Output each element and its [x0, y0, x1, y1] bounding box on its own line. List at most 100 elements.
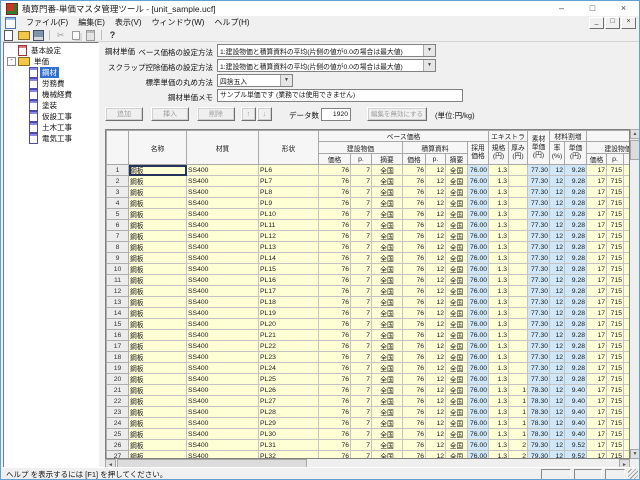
grid-cell[interactable]: 715 [607, 253, 624, 264]
grid-cell[interactable] [509, 330, 528, 341]
grid-cell[interactable]: 76 [319, 363, 351, 374]
grid-cell[interactable]: 76 [319, 286, 351, 297]
grid-cell[interactable]: 12 [550, 374, 565, 385]
insert-button[interactable]: 挿入 [151, 107, 189, 121]
grid-cell[interactable]: 12 [426, 187, 446, 198]
grid-cell[interactable]: 1.3 [489, 231, 509, 242]
move-down-button[interactable]: ↓ [257, 107, 272, 121]
grid-cell[interactable]: 1.3 [489, 308, 509, 319]
grid-cell[interactable]: 77.30 [528, 198, 550, 209]
grid-cell[interactable]: 7 [351, 418, 372, 429]
grid-cell[interactable]: 12 [426, 209, 446, 220]
grid-cell[interactable]: 全国 [446, 440, 468, 451]
grid-cell[interactable]: 78.30 [528, 418, 550, 429]
grid-cell[interactable]: 76 [403, 363, 426, 374]
grid-cell[interactable]: 76.00 [468, 330, 489, 341]
grid-cell[interactable]: 78.30 [528, 385, 550, 396]
grid-cell[interactable] [509, 363, 528, 374]
grid-cell[interactable]: 9.28 [565, 275, 587, 286]
grid-cell[interactable]: 全国 [372, 209, 403, 220]
grid-cell[interactable]: PL23 [259, 352, 319, 363]
grid-cell[interactable]: 76.00 [468, 253, 489, 264]
grid-cell[interactable]: 12 [426, 319, 446, 330]
grid-cell[interactable]: 76.00 [468, 363, 489, 374]
grid-cell[interactable]: 76 [403, 198, 426, 209]
grid-cell[interactable]: SS400 [187, 330, 259, 341]
grid-cell[interactable]: 76 [403, 319, 426, 330]
grid-cell[interactable]: 76.00 [468, 187, 489, 198]
grid-cell[interactable]: 715 [607, 220, 624, 231]
grid-cell[interactable]: 76 [319, 253, 351, 264]
grid-cell[interactable]: 12 [426, 176, 446, 187]
grid-cell[interactable]: 76 [403, 440, 426, 451]
grid-cell[interactable]: 17 [587, 264, 607, 275]
grid-cell[interactable]: 77.30 [528, 231, 550, 242]
grid-cell[interactable]: 全国 [446, 209, 468, 220]
grid-cell[interactable]: 全国 [372, 363, 403, 374]
grid-cell[interactable]: 2 [509, 440, 528, 451]
grid-cell[interactable]: SS400 [187, 418, 259, 429]
grid-cell[interactable]: PL15 [259, 264, 319, 275]
grid-cell[interactable]: PL18 [259, 297, 319, 308]
grid-cell[interactable]: 1.3 [489, 352, 509, 363]
sidebar-item-5[interactable]: 塗装 [4, 100, 98, 111]
grid-cell[interactable]: 76.00 [468, 286, 489, 297]
grid-cell[interactable]: 全国 [372, 286, 403, 297]
grid-cell[interactable]: 715 [607, 209, 624, 220]
grid-cell[interactable]: 76.00 [468, 352, 489, 363]
grid-cell[interactable]: PL29 [259, 418, 319, 429]
grid-cell[interactable]: 全国 [372, 385, 403, 396]
grid-cell[interactable]: 76.00 [468, 297, 489, 308]
grid-cell[interactable]: 12 [426, 330, 446, 341]
grid-cell[interactable]: 17 [587, 297, 607, 308]
grid-cell[interactable]: 鋼板 [129, 264, 187, 275]
grid-cell[interactable]: 1.3 [489, 407, 509, 418]
grid-cell[interactable]: 77.30 [528, 187, 550, 198]
grid-cell[interactable]: 7 [351, 429, 372, 440]
grid-cell[interactable] [509, 286, 528, 297]
grid-cell[interactable]: 12 [550, 407, 565, 418]
grid-cell[interactable]: 76.00 [468, 429, 489, 440]
grid-cell[interactable]: 715 [607, 187, 624, 198]
grid-cell[interactable]: 78.30 [528, 429, 550, 440]
grid-cell[interactable]: 76.00 [468, 440, 489, 451]
grid-cell[interactable]: 全国 [446, 297, 468, 308]
menu-help[interactable]: ヘルプ(H) [209, 17, 254, 28]
grid-cell[interactable]: 76.00 [468, 220, 489, 231]
grid-cell[interactable]: 12 [426, 429, 446, 440]
grid-cell[interactable]: 9.28 [565, 209, 587, 220]
grid-cell[interactable]: SS400 [187, 429, 259, 440]
row-header[interactable]: 23 [107, 407, 129, 418]
grid-cell[interactable]: PL26 [259, 385, 319, 396]
grid-cell[interactable]: 全国 [446, 220, 468, 231]
grid-cell[interactable]: 76 [319, 209, 351, 220]
grid-cell[interactable]: 17 [587, 176, 607, 187]
grid-cell[interactable]: PL25 [259, 374, 319, 385]
sidebar-item-6[interactable]: 仮設工事 [4, 111, 98, 122]
grid-cell[interactable]: 17 [587, 286, 607, 297]
grid-cell[interactable]: 77.30 [528, 363, 550, 374]
grid-cell[interactable]: 9.52 [565, 440, 587, 451]
grid-cell[interactable]: 715 [607, 451, 624, 460]
grid-cell[interactable]: 全国 [446, 264, 468, 275]
grid-cell[interactable]: 76 [319, 275, 351, 286]
grid-cell[interactable]: 1.3 [489, 418, 509, 429]
grid-cell[interactable]: 715 [607, 429, 624, 440]
grid-cell[interactable]: 9.40 [565, 385, 587, 396]
grid-cell[interactable]: 76 [319, 264, 351, 275]
grid-cell[interactable]: 17 [587, 253, 607, 264]
grid-cell[interactable]: 7 [351, 363, 372, 374]
grid-cell[interactable]: 鋼板 [129, 308, 187, 319]
grid-cell[interactable]: PL14 [259, 253, 319, 264]
row-header[interactable]: 25 [107, 429, 129, 440]
grid-cell[interactable]: 76 [403, 275, 426, 286]
grid-cell[interactable]: 全国 [372, 165, 403, 176]
grid-cell[interactable]: SS400 [187, 297, 259, 308]
grid-cell[interactable]: 715 [607, 363, 624, 374]
row-header[interactable]: 20 [107, 374, 129, 385]
grid-cell[interactable]: 17 [587, 165, 607, 176]
grid-cell[interactable]: 76 [403, 286, 426, 297]
grid-cell[interactable]: 76 [319, 407, 351, 418]
grid-cell[interactable]: 7 [351, 253, 372, 264]
grid-cell[interactable]: 77.30 [528, 165, 550, 176]
